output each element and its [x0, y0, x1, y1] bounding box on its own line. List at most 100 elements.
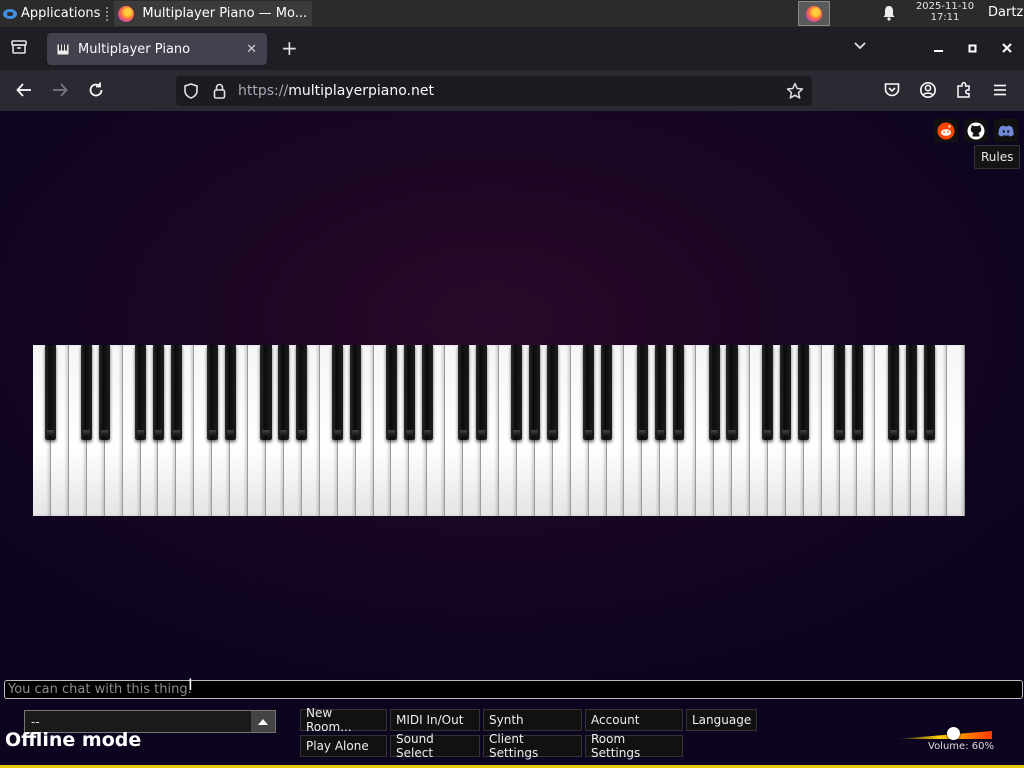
- black-key[interactable]: [547, 345, 559, 440]
- tab-overview-icon[interactable]: [10, 39, 28, 55]
- black-key[interactable]: [583, 345, 595, 440]
- midi-button[interactable]: MIDI In/Out: [390, 709, 480, 731]
- taskbar-window-button[interactable]: Multiplayer Piano — Mo...: [114, 1, 313, 26]
- chat-input[interactable]: [4, 680, 1023, 699]
- tab-multiplayer-piano[interactable]: Multiplayer Piano ✕: [47, 33, 267, 65]
- piano-icon: [57, 44, 69, 54]
- xfce-menu-icon: [2, 6, 18, 22]
- black-key[interactable]: [350, 345, 362, 440]
- language-button[interactable]: Language: [686, 709, 757, 731]
- account-icon[interactable]: [919, 81, 937, 99]
- taskbar-window-title: Multiplayer Piano — Mo...: [142, 6, 307, 21]
- github-icon: [967, 122, 985, 139]
- chevron-down-icon[interactable]: [853, 41, 867, 51]
- black-key[interactable]: [457, 345, 469, 440]
- url-text: https://multiplayerpiano.net: [238, 83, 434, 99]
- taskbar-separator: [106, 6, 112, 21]
- menu-icon[interactable]: [991, 81, 1009, 99]
- room-settings-button[interactable]: Room Settings: [585, 732, 683, 760]
- discord-link[interactable]: [994, 119, 1018, 142]
- volume-track[interactable]: [896, 731, 992, 739]
- rules-tooltip: Rules: [974, 145, 1021, 169]
- black-key[interactable]: [600, 345, 613, 440]
- black-key[interactable]: [224, 345, 236, 440]
- user-menu[interactable]: Dartz: [988, 5, 1023, 20]
- minimize-icon[interactable]: [934, 49, 944, 53]
- black-key[interactable]: [887, 345, 899, 440]
- black-key[interactable]: [99, 345, 111, 440]
- black-key[interactable]: [475, 345, 487, 440]
- clock-time: 17:11: [930, 12, 960, 23]
- black-key[interactable]: [833, 345, 846, 440]
- black-key[interactable]: [134, 345, 147, 440]
- black-key[interactable]: [923, 345, 935, 440]
- black-key[interactable]: [278, 345, 290, 440]
- black-key[interactable]: [421, 345, 433, 440]
- volume-label: Volume: 60%: [928, 741, 994, 752]
- black-key[interactable]: [672, 345, 684, 440]
- browser-navigation-bar: https://multiplayerpiano.net: [0, 70, 1024, 111]
- tray-firefox-button[interactable]: [798, 1, 830, 26]
- account-button[interactable]: Account: [585, 709, 683, 731]
- piano-keyboard[interactable]: [33, 345, 965, 516]
- applications-menu[interactable]: Applications: [0, 0, 104, 27]
- black-key[interactable]: [45, 345, 57, 440]
- close-icon[interactable]: [1002, 43, 1012, 53]
- black-key[interactable]: [636, 345, 648, 440]
- piano-page: Rules I -- Offline mode New Room... MIDI…: [0, 111, 1024, 768]
- black-key[interactable]: [403, 345, 415, 440]
- chevron-up-icon[interactable]: [251, 711, 275, 732]
- shield-icon[interactable]: [184, 83, 198, 99]
- plus-icon[interactable]: +: [281, 38, 298, 58]
- lock-icon[interactable]: [213, 83, 226, 99]
- black-key[interactable]: [511, 345, 523, 440]
- reload-icon[interactable]: [87, 81, 105, 99]
- new-room-button[interactable]: New Room...: [300, 706, 387, 734]
- clock[interactable]: 2025-11-10 17:11: [908, 1, 982, 23]
- github-link[interactable]: [964, 119, 988, 142]
- sound-select-button[interactable]: Sound Select: [390, 732, 480, 760]
- black-key[interactable]: [905, 345, 917, 440]
- forward-arrow-icon[interactable]: [51, 81, 69, 99]
- reddit-icon: [937, 122, 955, 139]
- firefox-icon: [118, 5, 135, 22]
- close-icon[interactable]: ✕: [246, 42, 257, 57]
- black-key[interactable]: [798, 345, 810, 440]
- client-settings-button[interactable]: Client Settings: [483, 732, 582, 760]
- black-key[interactable]: [708, 345, 720, 440]
- black-key[interactable]: [206, 345, 218, 440]
- black-key[interactable]: [260, 345, 272, 440]
- black-key[interactable]: [529, 345, 541, 440]
- black-key[interactable]: [170, 345, 182, 440]
- play-alone-button[interactable]: Play Alone: [300, 735, 387, 757]
- black-key[interactable]: [726, 345, 738, 440]
- pocket-icon[interactable]: [883, 81, 901, 99]
- black-key[interactable]: [654, 345, 666, 440]
- discord-icon: [998, 125, 1014, 136]
- black-key[interactable]: [762, 345, 774, 440]
- system-taskbar: Applications Multiplayer Piano — Mo... 2…: [0, 0, 1024, 27]
- url-bar[interactable]: https://multiplayerpiano.net: [176, 76, 812, 106]
- maximize-icon[interactable]: [968, 44, 978, 54]
- extensions-icon[interactable]: [955, 81, 973, 99]
- status-text: Offline mode: [5, 729, 142, 751]
- bell-icon[interactable]: [882, 5, 896, 21]
- reddit-link[interactable]: [934, 119, 958, 142]
- synth-button[interactable]: Synth: [483, 709, 582, 731]
- black-key[interactable]: [81, 345, 93, 440]
- room-select-value: --: [31, 714, 40, 729]
- black-key[interactable]: [780, 345, 792, 440]
- firefox-icon: [806, 5, 822, 22]
- white-key[interactable]: [947, 345, 965, 516]
- back-arrow-icon[interactable]: [15, 81, 33, 99]
- volume-slider[interactable]: Volume: 60%: [896, 727, 994, 752]
- black-key[interactable]: [385, 345, 397, 440]
- black-key[interactable]: [152, 345, 164, 440]
- url-host: multiplayerpiano.net: [288, 83, 434, 99]
- clock-date: 2025-11-10: [915, 1, 975, 12]
- volume-knob[interactable]: [946, 727, 960, 740]
- black-key[interactable]: [296, 345, 308, 440]
- star-icon[interactable]: [786, 82, 804, 100]
- black-key[interactable]: [332, 345, 344, 440]
- black-key[interactable]: [851, 345, 863, 440]
